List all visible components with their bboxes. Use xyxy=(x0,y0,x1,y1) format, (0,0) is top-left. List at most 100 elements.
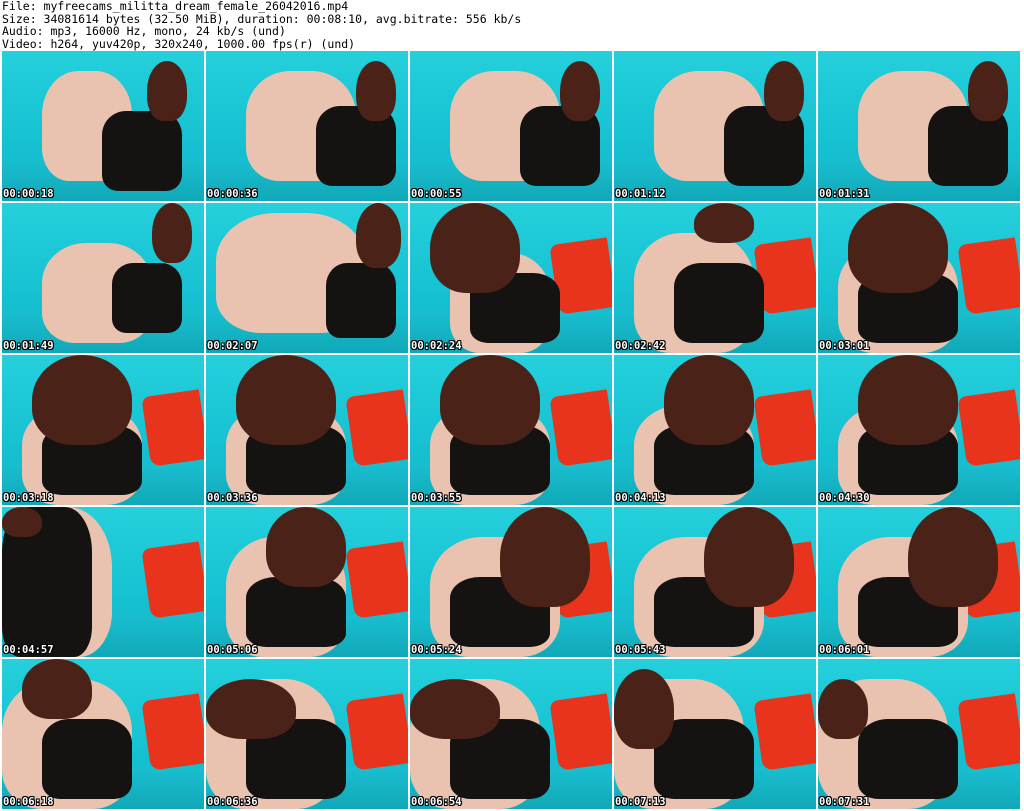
thumbnail-timestamp: 00:06:54 xyxy=(411,796,462,808)
thumbnail-hair xyxy=(704,507,794,607)
audio-info-line: Audio: mp3, 16000 Hz, mono, 24 kb/s (und… xyxy=(2,24,286,38)
video-thumbnail: 00:03:55 xyxy=(410,355,612,505)
video-thumbnail: 00:06:36 xyxy=(206,659,408,809)
video-thumbnail: 00:00:36 xyxy=(206,51,408,201)
thumbnail-hair xyxy=(152,203,192,263)
thumbnail-hair xyxy=(147,61,187,121)
video-thumbnail: 00:05:06 xyxy=(206,507,408,657)
thumbnail-pillow xyxy=(753,389,816,467)
video-thumbnail: 00:06:18 xyxy=(2,659,204,809)
thumbnail-dress xyxy=(246,577,346,647)
thumbnail-timestamp: 00:01:31 xyxy=(819,188,870,200)
video-thumbnail: 00:05:43 xyxy=(614,507,816,657)
file-name-line: File: myfreecams_militta_dream_female_26… xyxy=(2,0,349,13)
thumbnail-pillow xyxy=(345,541,408,619)
thumbnail-hair xyxy=(22,659,92,719)
thumbnail-hair xyxy=(858,355,958,445)
thumbnail-hair xyxy=(410,679,500,739)
thumbnail-timestamp: 00:07:31 xyxy=(819,796,870,808)
thumbnail-hair xyxy=(206,679,296,739)
thumbnail-pillow xyxy=(957,237,1020,315)
thumbnail-pillow xyxy=(753,693,816,771)
thumbnail-hair xyxy=(614,669,674,749)
thumbnail-hair xyxy=(664,355,754,445)
thumbnail-hair xyxy=(848,203,948,293)
video-thumbnail: 00:07:13 xyxy=(614,659,816,809)
thumbnail-pillow xyxy=(141,389,204,467)
thumbnail-timestamp: 00:04:30 xyxy=(819,492,870,504)
thumbnail-pillow xyxy=(345,389,408,467)
thumbnail-pillow xyxy=(549,389,612,467)
thumbnail-hair xyxy=(764,61,804,121)
thumbnail-timestamp: 00:00:55 xyxy=(411,188,462,200)
thumbnail-timestamp: 00:02:07 xyxy=(207,340,258,352)
thumbnail-timestamp: 00:05:24 xyxy=(411,644,462,656)
thumbnail-hair xyxy=(356,203,401,268)
video-thumbnail: 00:01:31 xyxy=(818,51,1020,201)
thumbnail-dress xyxy=(326,263,396,338)
thumbnail-hair xyxy=(968,61,1008,121)
video-thumbnail: 00:06:01 xyxy=(818,507,1020,657)
thumbnail-dress xyxy=(858,719,958,799)
video-thumbnail: 00:04:30 xyxy=(818,355,1020,505)
video-thumbnail: 00:07:31 xyxy=(818,659,1020,809)
video-thumbnail: 00:02:42 xyxy=(614,203,816,353)
thumbnail-hair xyxy=(560,61,600,121)
thumbnail-pillow xyxy=(957,693,1020,771)
thumbnail-timestamp: 00:06:36 xyxy=(207,796,258,808)
thumbnail-hair xyxy=(818,679,868,739)
thumbnail-timestamp: 00:03:01 xyxy=(819,340,870,352)
thumbnail-pillow xyxy=(345,693,408,771)
thumbnail-timestamp: 00:05:06 xyxy=(207,644,258,656)
thumbnail-timestamp: 00:01:49 xyxy=(3,340,54,352)
file-info-header: File: myfreecams_militta_dream_female_26… xyxy=(2,0,1022,50)
thumbnail-dress xyxy=(674,263,764,343)
video-thumbnail: 00:03:18 xyxy=(2,355,204,505)
thumbnail-dress xyxy=(112,263,182,333)
thumbnail-pillow xyxy=(957,389,1020,467)
thumbnail-timestamp: 00:05:43 xyxy=(615,644,666,656)
thumbnail-timestamp: 00:03:55 xyxy=(411,492,462,504)
video-thumbnail: 00:05:24 xyxy=(410,507,612,657)
video-thumbnail: 00:01:12 xyxy=(614,51,816,201)
thumbnail-timestamp: 00:03:18 xyxy=(3,492,54,504)
thumbnail-timestamp: 00:07:13 xyxy=(615,796,666,808)
video-thumbnail: 00:01:49 xyxy=(2,203,204,353)
thumbnail-timestamp: 00:06:01 xyxy=(819,644,870,656)
thumbnail-timestamp: 00:00:36 xyxy=(207,188,258,200)
thumbnail-timestamp: 00:02:42 xyxy=(615,340,666,352)
thumbnail-hair xyxy=(440,355,540,445)
thumbnail-hair xyxy=(356,61,396,121)
thumbnail-hair xyxy=(266,507,346,587)
video-thumbnail: 00:03:36 xyxy=(206,355,408,505)
thumbnail-grid: 00:00:18 00:00:36 00:00:55 00:01:12 00:01:31… xyxy=(2,51,1022,809)
thumbnail-hair xyxy=(908,507,998,607)
video-thumbnail: 00:06:54 xyxy=(410,659,612,809)
thumbnail-timestamp: 00:04:57 xyxy=(3,644,54,656)
thumbnail-pillow xyxy=(141,541,204,619)
thumbnail-hair xyxy=(32,355,132,445)
thumbnail-hair xyxy=(500,507,590,607)
video-thumbnail: 00:03:01 xyxy=(818,203,1020,353)
thumbnail-timestamp: 00:01:12 xyxy=(615,188,666,200)
thumbnail-dress xyxy=(42,719,132,799)
video-info-line: Video: h264, yuv420p, 320x240, 1000.00 f… xyxy=(2,36,356,51)
video-thumbnail: 00:04:57 xyxy=(2,507,204,657)
video-thumbnail: 00:04:13 xyxy=(614,355,816,505)
thumbnail-timestamp: 00:00:18 xyxy=(3,188,54,200)
thumbnail-hair xyxy=(694,203,754,243)
thumbnail-hair xyxy=(2,507,42,537)
video-thumbnail: 00:02:24 xyxy=(410,203,612,353)
thumbnail-timestamp: 00:02:24 xyxy=(411,340,462,352)
thumbnail-hair xyxy=(430,203,520,293)
video-thumbnail: 00:00:18 xyxy=(2,51,204,201)
video-thumbnail: 00:00:55 xyxy=(410,51,612,201)
video-thumbnail: 00:02:07 xyxy=(206,203,408,353)
thumbnail-timestamp: 00:04:13 xyxy=(615,492,666,504)
thumbnail-hair xyxy=(236,355,336,445)
thumbnail-pillow xyxy=(141,693,204,771)
thumbnail-timestamp: 00:06:18 xyxy=(3,796,54,808)
thumbnail-timestamp: 00:03:36 xyxy=(207,492,258,504)
thumbnail-pillow xyxy=(549,693,612,771)
thumbnail-dress xyxy=(102,111,182,191)
